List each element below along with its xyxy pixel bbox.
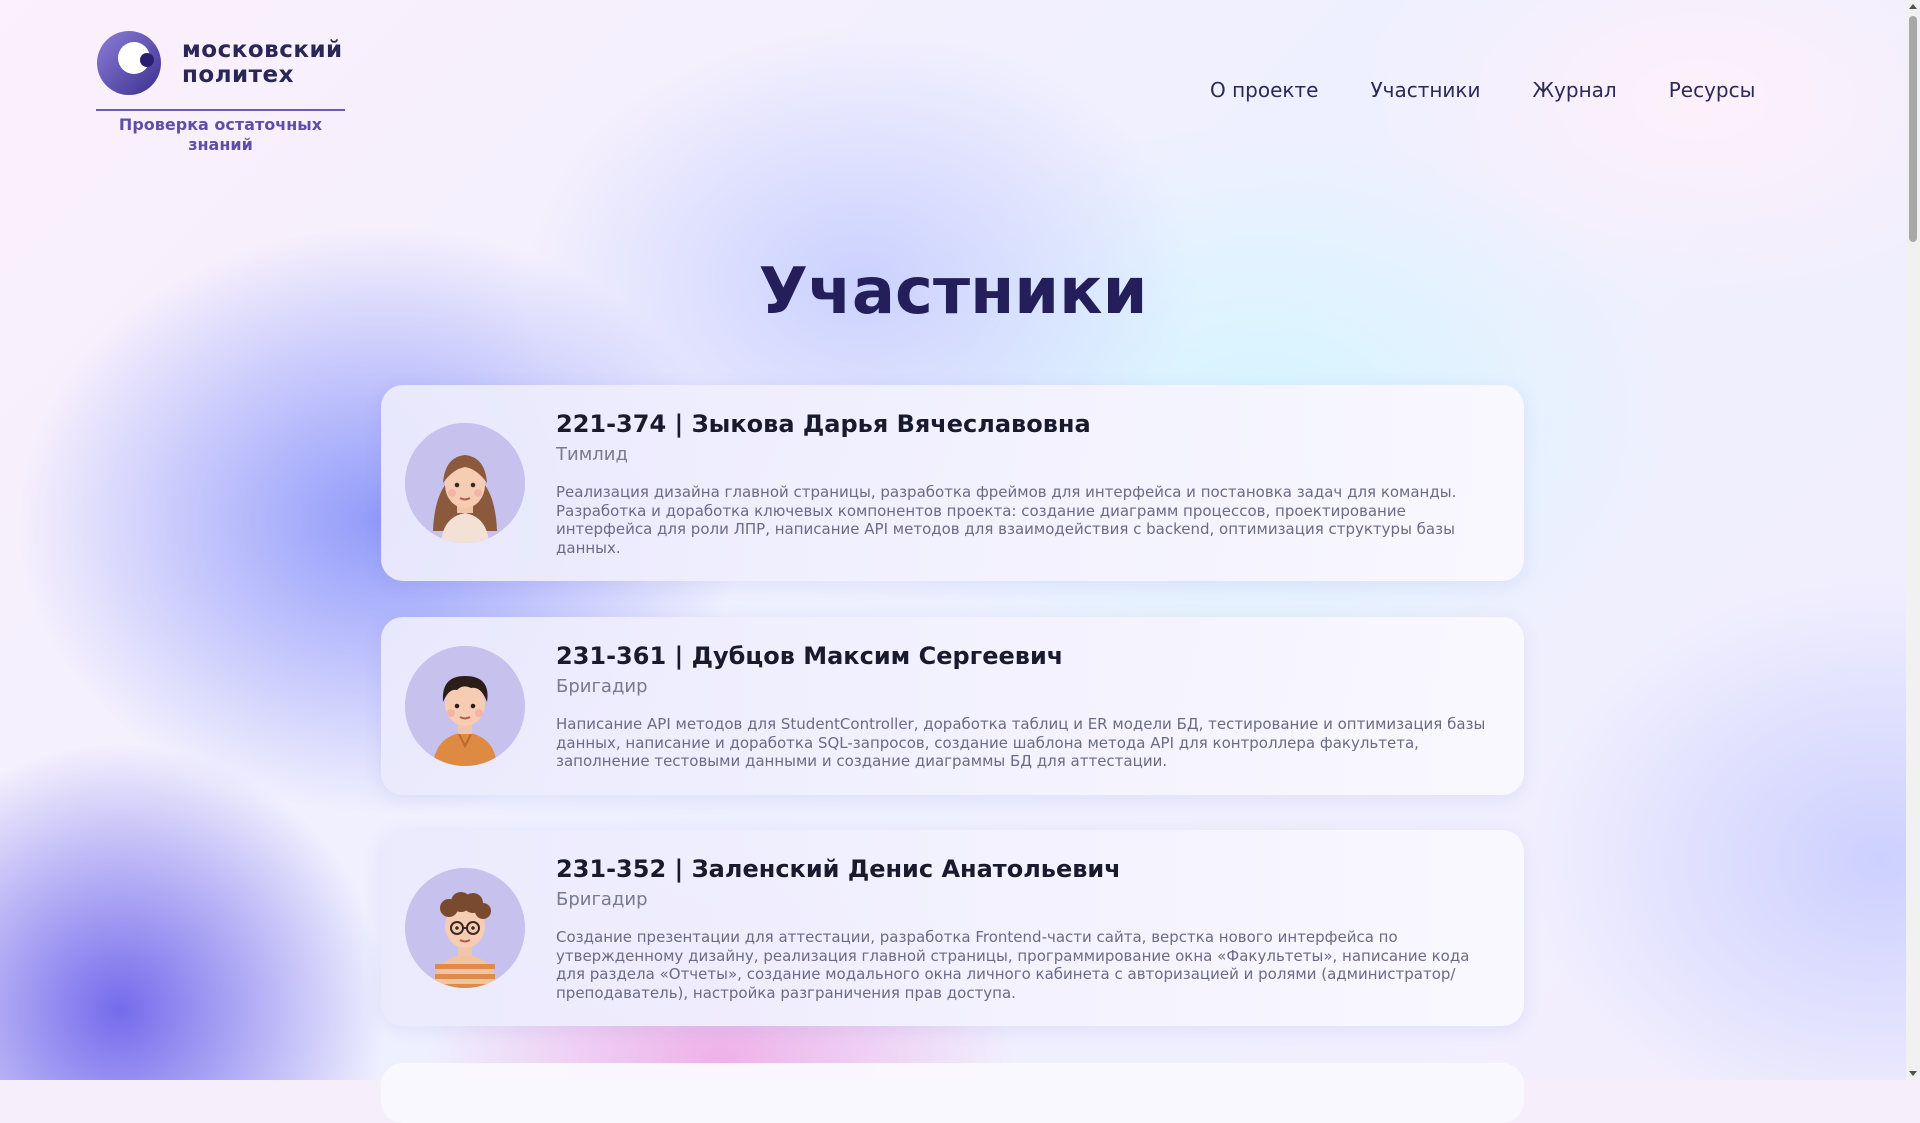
- nav-link-journal[interactable]: Журнал: [1533, 78, 1617, 102]
- member-name: 231-352 | Заленский Денис Анатольевич: [556, 855, 1121, 883]
- member-name: 221-374 | Зыкова Дарья Вячеславовна: [556, 410, 1091, 438]
- member-description: Реализация дизайна главной страницы, раз…: [556, 483, 1457, 557]
- nav-link-members[interactable]: Участники: [1370, 78, 1480, 102]
- member-card: 231-352 | Заленский Денис Анатольевич Бр…: [381, 830, 1524, 1026]
- member-card: 221-374 | Зыкова Дарья Вячеславовна Тимл…: [381, 385, 1524, 581]
- logo-mark-icon: [97, 31, 161, 95]
- member-name: 231-361 | Дубцов Максим Сергеевич: [556, 642, 1064, 670]
- member-description: Написание API методов для StudentControl…: [556, 715, 1486, 770]
- page-title: Участники: [758, 255, 1148, 329]
- girl-avatar-icon: [405, 423, 525, 543]
- logo-text: московский политех: [182, 37, 343, 88]
- scrollbar-thumb[interactable]: [1909, 16, 1917, 242]
- member-role: Бригадир: [556, 889, 648, 910]
- member-description: Создание презентации для аттестации, раз…: [556, 928, 1470, 1002]
- scroll-up-arrow-icon[interactable]: [1906, 0, 1920, 14]
- logo[interactable]: московский политех Проверка остаточных з…: [96, 30, 345, 155]
- logo-row: московский политех: [96, 30, 345, 96]
- vertical-scrollbar[interactable]: [1906, 0, 1920, 1080]
- logo-subtitle: Проверка остаточных знаний: [118, 115, 323, 154]
- scroll-down-arrow-icon[interactable]: [1906, 1066, 1920, 1080]
- member-card-partial: [381, 1063, 1524, 1123]
- main-nav: О проекте Участники Журнал Ресурсы: [1210, 78, 1755, 102]
- member-card: 231-361 | Дубцов Максим Сергеевич Бригад…: [381, 617, 1524, 795]
- site-header: московский политех Проверка остаточных з…: [0, 0, 1906, 170]
- boy-avatar-icon: [405, 646, 525, 766]
- member-role: Бригадир: [556, 676, 648, 697]
- curly-boy-avatar-icon: [405, 868, 525, 988]
- member-role: Тимлид: [556, 444, 628, 465]
- nav-link-about[interactable]: О проекте: [1210, 78, 1318, 102]
- nav-link-resources[interactable]: Ресурсы: [1669, 78, 1756, 102]
- logo-divider: [96, 109, 345, 111]
